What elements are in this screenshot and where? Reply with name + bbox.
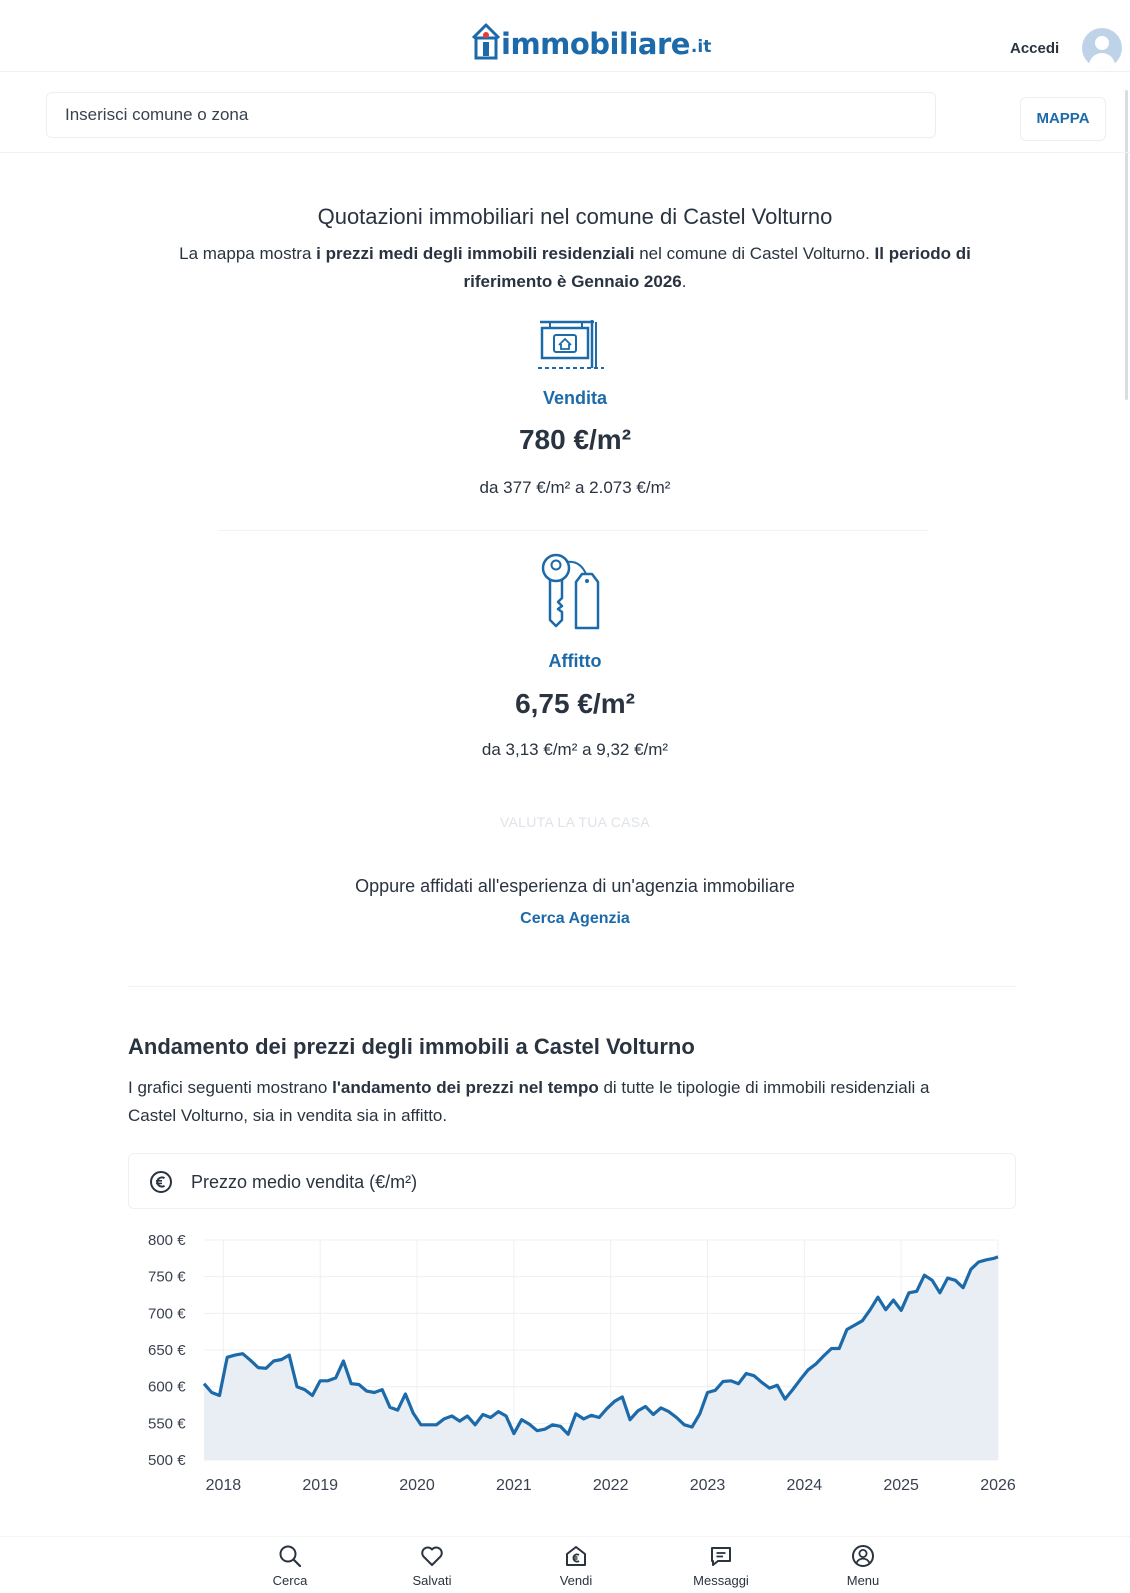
quotes-description: La mappa mostra i prezzi medi degli immo… xyxy=(179,244,971,291)
site-logo[interactable]: immobiliare .it xyxy=(471,22,711,62)
trend-description: I grafici seguenti mostrano l'andamento … xyxy=(128,1078,930,1125)
sale-range: da 377 €/m² a 2.073 €/m² xyxy=(479,478,671,497)
agency-text: Oppure affidati all'esperienza di un'age… xyxy=(355,876,795,896)
heart-icon xyxy=(421,1546,443,1566)
x-tick-label: 2026 xyxy=(980,1477,1016,1494)
x-tick-label: 2019 xyxy=(302,1477,338,1494)
nav-vendi[interactable]: Vendi xyxy=(531,1543,621,1588)
top-header: immobiliare .it Accedi xyxy=(0,0,1130,72)
x-tick-label: 2022 xyxy=(593,1477,629,1494)
message-icon xyxy=(711,1547,731,1566)
nav-label: Messaggi xyxy=(693,1573,749,1588)
price-area xyxy=(204,1256,998,1460)
nav-salvati[interactable]: Salvati xyxy=(387,1543,477,1588)
divider xyxy=(128,986,1016,987)
euro-circle-icon xyxy=(150,1171,172,1193)
avatar-icon[interactable] xyxy=(1082,28,1122,68)
nav-label: Cerca xyxy=(272,1573,308,1588)
y-tick-label: 550 € xyxy=(148,1415,186,1432)
nav-label: Vendi xyxy=(559,1573,593,1588)
logo-tld: .it xyxy=(690,37,712,57)
quotes-title: Quotazioni immobiliari nel comune di Cas… xyxy=(317,204,833,229)
nav-label: Menu xyxy=(846,1573,880,1588)
scrollbar[interactable] xyxy=(1125,90,1128,400)
user-circle-icon xyxy=(852,1545,874,1567)
x-tick-label: 2018 xyxy=(206,1477,242,1494)
bottom-navigation: Cerca Salvati Vendi Messaggi Menu xyxy=(0,1536,1130,1593)
x-tick-label: 2023 xyxy=(690,1477,726,1494)
y-tick-label: 800 € xyxy=(148,1232,186,1249)
price-trend-chart: 500 € 550 € 600 € 650 € 700 € 750 € 800 € 2018… xyxy=(148,1232,1016,1494)
y-tick-label: 500 € xyxy=(148,1452,186,1469)
rent-range: da 3,13 €/m² a 9,32 €/m² xyxy=(481,740,669,759)
y-tick-label: 650 € xyxy=(148,1342,186,1359)
rent-price: 6,75 €/m² xyxy=(515,688,635,719)
nav-messaggi[interactable]: Messaggi xyxy=(676,1543,766,1588)
chart-title: Prezzo medio vendita (€/m²) xyxy=(191,1172,418,1192)
y-tick-label: 750 € xyxy=(148,1269,186,1286)
valuation-button[interactable]: VALUTA LA TUA CASA xyxy=(0,814,1130,830)
for-sale-sign-icon xyxy=(538,320,604,369)
sale-label: Vendita xyxy=(542,388,608,408)
rent-label: Affitto xyxy=(548,651,602,671)
search-input[interactable] xyxy=(47,93,935,137)
x-tick-label: 2020 xyxy=(399,1477,435,1494)
y-tick-label: 600 € xyxy=(148,1379,186,1396)
x-tick-label: 2025 xyxy=(883,1477,919,1494)
nav-label: Salvati xyxy=(412,1573,452,1588)
chart-selector[interactable]: Prezzo medio vendita (€/m²) xyxy=(128,1153,1016,1209)
logo-house-icon xyxy=(471,23,501,60)
search-box xyxy=(46,92,936,138)
sale-price: 780 €/m² xyxy=(518,424,632,455)
login-link[interactable]: Accedi xyxy=(1010,40,1059,57)
nav-cerca[interactable]: Cerca xyxy=(245,1543,335,1588)
y-tick-label: 700 € xyxy=(148,1305,186,1322)
search-agency-link[interactable]: Cerca Agenzia xyxy=(0,910,1130,928)
key-tag-icon xyxy=(541,553,600,630)
divider xyxy=(218,530,928,531)
divider xyxy=(0,152,1130,153)
map-button[interactable]: MAPPA xyxy=(1020,97,1106,141)
nav-menu[interactable]: Menu xyxy=(818,1543,908,1588)
trend-title: Andamento dei prezzi degli immobili a Ca… xyxy=(128,1034,695,1059)
euro-house-icon xyxy=(566,1546,586,1566)
x-tick-label: 2024 xyxy=(787,1477,823,1494)
search-icon xyxy=(279,1545,302,1568)
logo-text: immobiliare xyxy=(501,27,690,61)
x-tick-label: 2021 xyxy=(496,1477,532,1494)
